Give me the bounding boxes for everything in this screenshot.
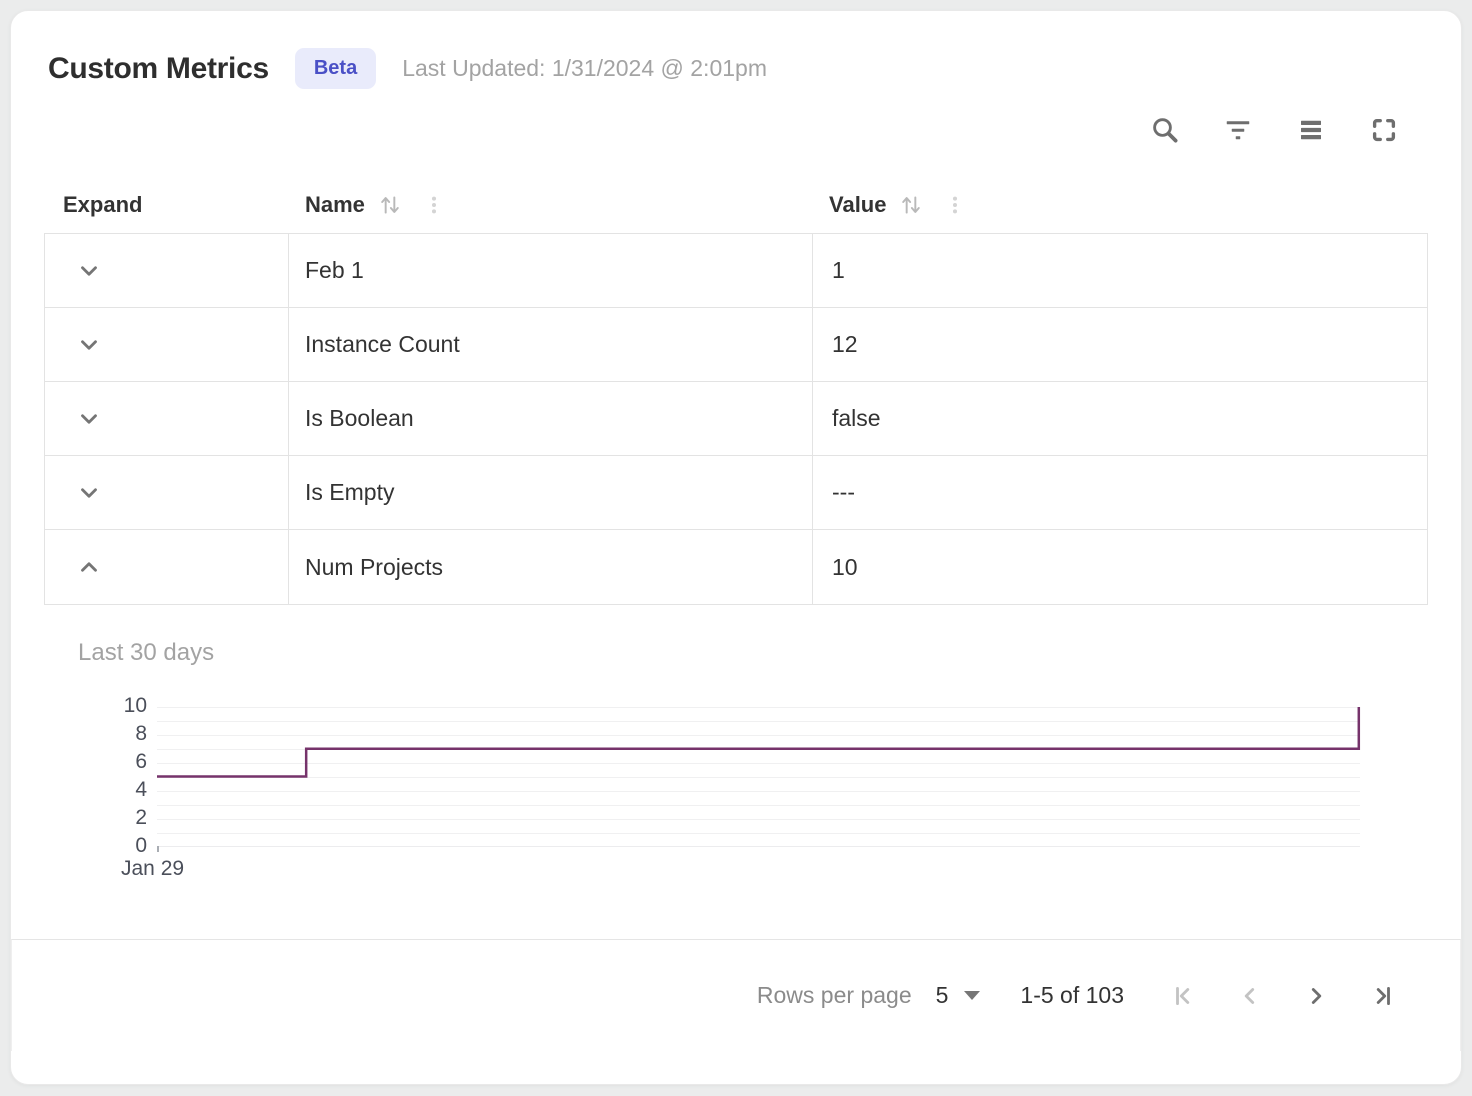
table-body: Feb 1 1 Instance Count 12 Is Boolean fal…: [44, 233, 1428, 605]
y-axis-tick-label: 2: [135, 806, 147, 830]
table-toolbar: [44, 113, 1428, 147]
expand-row-button[interactable]: [74, 330, 104, 360]
x-axis-tick-label: Jan 29: [44, 857, 1428, 881]
fullscreen-icon: [1369, 115, 1399, 145]
sort-icon[interactable]: [377, 192, 403, 218]
panel-header: Custom Metrics Beta Last Updated: 1/31/2…: [44, 48, 1428, 89]
column-header-value-label: Value: [829, 192, 886, 218]
dropdown-caret-icon: [964, 991, 980, 1000]
page-title: Custom Metrics: [48, 52, 269, 86]
last-page-button[interactable]: [1368, 982, 1396, 1010]
table-row: Num Projects 10: [45, 530, 1427, 604]
search-icon: [1150, 115, 1180, 145]
metric-value-cell: 1: [812, 234, 1427, 307]
filter-button[interactable]: [1222, 114, 1254, 146]
chevron-down-icon: [76, 258, 102, 284]
column-header-name-label: Name: [305, 192, 365, 218]
pagination-range: 1-5 of 103: [1020, 982, 1124, 1009]
metric-name-cell: Is Empty: [288, 456, 812, 529]
rows-per-page-value: 5: [936, 982, 949, 1009]
table-row: Is Boolean false: [45, 382, 1427, 456]
chevron-down-icon: [76, 480, 102, 506]
column-menu-icon[interactable]: [423, 193, 445, 217]
filter-icon: [1223, 115, 1253, 145]
y-axis-tick-label: 8: [135, 722, 147, 746]
metric-value-cell: false: [812, 382, 1427, 455]
column-menu-icon[interactable]: [944, 193, 966, 217]
chevron-left-icon: [1237, 983, 1263, 1009]
sort-icon[interactable]: [898, 192, 924, 218]
chart-line: [157, 707, 1359, 777]
last-page-icon: [1369, 983, 1395, 1009]
chart-plot-area: [157, 707, 1360, 847]
y-axis-tick-label: 4: [135, 778, 147, 802]
first-page-button[interactable]: [1170, 982, 1198, 1010]
custom-metrics-panel: Custom Metrics Beta Last Updated: 1/31/2…: [10, 10, 1462, 1085]
expanded-row-detail: Last 30 days 0 2 4 6 8 10 Jan 29: [44, 639, 1428, 881]
search-button[interactable]: [1149, 114, 1181, 146]
collapse-row-button[interactable]: [74, 552, 104, 582]
y-axis-tick-label: 6: [135, 750, 147, 774]
metric-value-cell: 10: [812, 530, 1427, 604]
beta-badge: Beta: [295, 48, 376, 89]
pagination-nav: [1170, 982, 1396, 1010]
expand-row-button[interactable]: [74, 256, 104, 286]
table-row: Feb 1 1: [45, 234, 1427, 308]
chevron-down-icon: [76, 406, 102, 432]
density-button[interactable]: [1295, 114, 1327, 146]
column-header-value[interactable]: Value: [812, 192, 1428, 218]
next-page-button[interactable]: [1302, 982, 1330, 1010]
density-icon: [1296, 115, 1326, 145]
chart-canvas: [157, 707, 1360, 846]
rows-per-page-select[interactable]: 5: [936, 982, 981, 1009]
last-updated-text: Last Updated: 1/31/2024 @ 2:01pm: [402, 55, 767, 82]
previous-page-button[interactable]: [1236, 982, 1264, 1010]
pagination-footer: Rows per page 5 1-5 of 103: [11, 939, 1461, 1051]
fullscreen-button[interactable]: [1368, 114, 1400, 146]
metric-value-cell: 12: [812, 308, 1427, 381]
table-row: Instance Count 12: [45, 308, 1427, 382]
expand-row-button[interactable]: [74, 478, 104, 508]
table-header-row: Expand Name Value: [44, 177, 1428, 233]
metric-history-chart: 0246810: [44, 707, 1428, 847]
chart-y-labels: 0246810: [44, 707, 157, 847]
expand-row-button[interactable]: [74, 404, 104, 434]
chevron-up-icon: [76, 554, 102, 580]
metric-value-cell: ---: [812, 456, 1427, 529]
table-row: Is Empty ---: [45, 456, 1427, 530]
x-axis-tick: [157, 846, 159, 852]
rows-per-page-label: Rows per page: [757, 982, 912, 1009]
metric-name-cell: Is Boolean: [288, 382, 812, 455]
y-axis-tick-label: 10: [124, 694, 147, 718]
y-axis-tick-label: 0: [135, 834, 147, 858]
column-header-expand: Expand: [44, 192, 288, 218]
first-page-icon: [1171, 983, 1197, 1009]
metric-name-cell: Num Projects: [288, 530, 812, 604]
chevron-right-icon: [1303, 983, 1329, 1009]
metric-name-cell: Instance Count: [288, 308, 812, 381]
column-header-name[interactable]: Name: [288, 192, 812, 218]
chevron-down-icon: [76, 332, 102, 358]
chart-title: Last 30 days: [44, 639, 1428, 667]
metric-name-cell: Feb 1: [288, 234, 812, 307]
